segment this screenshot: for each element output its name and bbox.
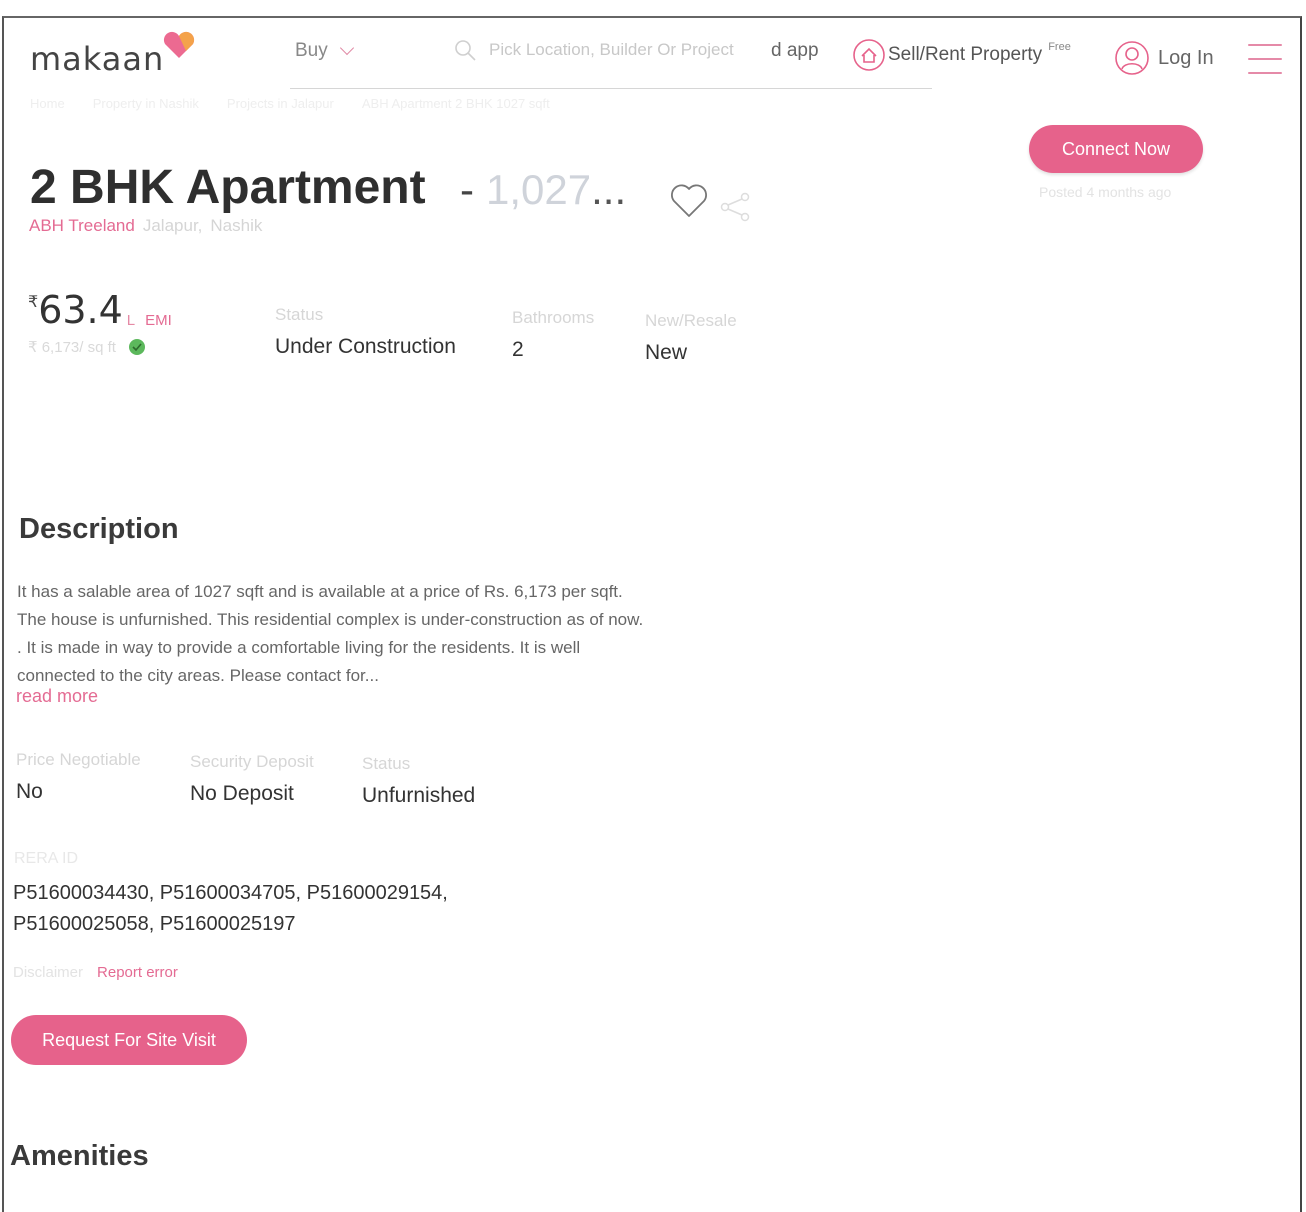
price-negotiable-detail: Price Negotiable No — [16, 750, 141, 804]
breadcrumb-item[interactable]: Home — [30, 96, 65, 111]
breadcrumb-item[interactable]: Property in Nashik — [93, 96, 199, 111]
emi-link[interactable]: EMI — [145, 312, 172, 329]
logo-heart-icon — [163, 31, 195, 58]
login-button[interactable]: Log In — [1114, 40, 1214, 76]
connect-now-button[interactable]: Connect Now — [1029, 125, 1203, 173]
listing-location: ABH Treeland Jalapur, Nashik — [29, 216, 262, 236]
favorite-heart-icon[interactable] — [668, 182, 710, 220]
title-ellipsis: ... — [591, 166, 627, 213]
attr-label: Bathrooms — [512, 308, 595, 327]
attr-label: New/Resale — [645, 311, 737, 330]
posted-time: Posted 4 months ago — [1039, 184, 1172, 200]
hamburger-menu-icon[interactable] — [1248, 44, 1282, 74]
read-more-link[interactable]: read more — [16, 686, 98, 707]
sell-property-icon — [853, 39, 885, 71]
breadcrumb-item: ABH Apartment 2 BHK 1027 sqft — [361, 96, 550, 111]
footer-links: Disclaimer Report error — [13, 964, 178, 981]
report-error-link[interactable]: Report error — [97, 964, 178, 981]
area-value: 1,027 — [486, 166, 592, 213]
share-icon[interactable] — [718, 190, 752, 224]
price-per-sqft: ₹ 6,173/ sq ft — [28, 338, 146, 356]
detail-label: Security Deposit — [190, 752, 314, 771]
search-icon — [455, 40, 476, 61]
city: Nashik — [210, 216, 263, 235]
price-unit: L — [126, 312, 136, 329]
price-block: ₹ 63.4 L EMI — [28, 288, 172, 332]
per-sqft-value: ₹ 6,173/ sq ft — [28, 339, 116, 356]
detail-value: Unfurnished — [362, 784, 476, 807]
free-badge: Free — [1048, 41, 1071, 53]
listing-title: 2 BHK Apartment — [30, 161, 426, 214]
search-input[interactable] — [489, 40, 761, 60]
new-resale-attribute: New/Resale New — [645, 311, 737, 365]
buy-label: Buy — [295, 40, 328, 61]
breadcrumb-item[interactable]: Projects in Jalapur — [227, 96, 334, 111]
search-underline — [290, 88, 932, 89]
price-amount: 63.4 — [38, 288, 123, 332]
security-deposit-detail: Security Deposit No Deposit — [190, 752, 314, 806]
buy-dropdown[interactable]: Buy — [295, 40, 354, 62]
sell-rent-button[interactable]: Sell/Rent Property Free — [852, 38, 1071, 72]
download-app-text[interactable]: d app — [771, 40, 819, 62]
attr-value: Under Construction — [275, 335, 456, 358]
detail-label: Status — [362, 754, 411, 773]
rupee-symbol: ₹ — [28, 294, 39, 311]
verified-check-icon — [128, 339, 145, 355]
locality: Jalapur, — [142, 216, 203, 235]
detail-value: No Deposit — [190, 782, 294, 805]
makaan-logo[interactable]: makaan — [30, 40, 164, 78]
disclaimer-link[interactable]: Disclaimer — [13, 964, 83, 981]
rera-ids: P51600034430, P51600034705, P51600029154… — [13, 882, 448, 935]
attr-label: Status — [275, 305, 324, 324]
detail-label: Price Negotiable — [16, 750, 141, 769]
description-heading: Description — [19, 513, 179, 545]
status-attribute: Status Under Construction — [275, 305, 456, 359]
amenities-heading: Amenities — [10, 1140, 149, 1172]
title-separator: - — [460, 166, 474, 213]
sell-label: Sell/Rent Property — [888, 44, 1043, 65]
search-bar[interactable] — [453, 38, 761, 62]
request-site-visit-button[interactable]: Request For Site Visit — [11, 1015, 247, 1065]
attr-value: New — [645, 341, 688, 364]
breadcrumb: Home Property in Nashik Projects in Jala… — [30, 96, 550, 111]
bathrooms-attribute: Bathrooms 2 — [512, 308, 594, 362]
chevron-down-icon — [339, 40, 354, 56]
login-label: Log In — [1158, 46, 1214, 69]
detail-value: No — [16, 780, 43, 803]
listing-area: -1,027... — [460, 166, 626, 214]
project-link[interactable]: ABH Treeland — [29, 216, 135, 236]
rera-label: RERA ID — [14, 850, 79, 867]
description-text: It has a salable area of 1027 sqft and i… — [17, 582, 644, 685]
attr-value: 2 — [512, 338, 524, 361]
furnishing-status-detail: Status Unfurnished — [362, 754, 475, 808]
user-icon — [1115, 41, 1149, 75]
